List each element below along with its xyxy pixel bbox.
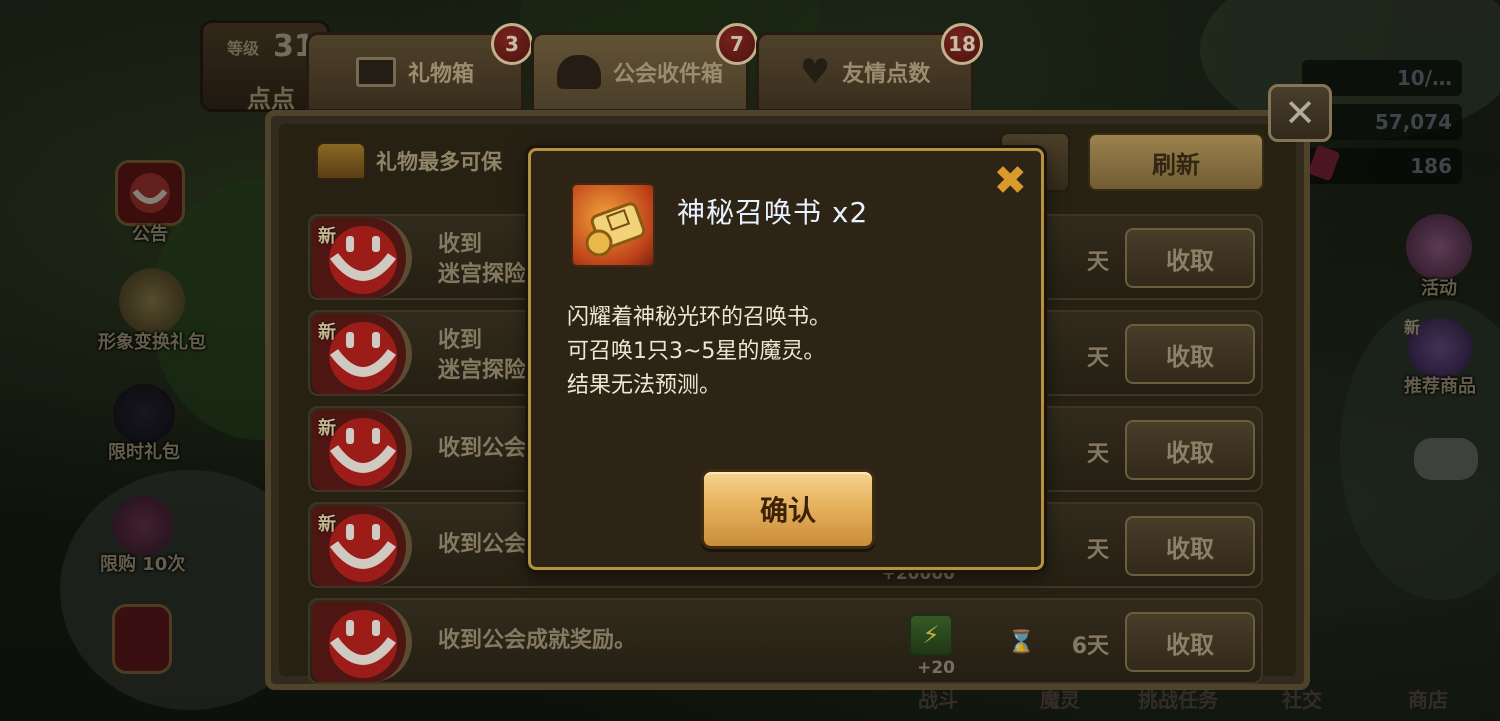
item-description-line: 结果无法预测。	[567, 373, 722, 398]
item-title: 神秘召唤书 x2	[677, 196, 869, 229]
confirm-button[interactable]: 确认	[701, 469, 875, 549]
mystical-scroll-icon	[571, 183, 655, 267]
item-description-line: 闪耀着神秘光环的召唤书。	[567, 305, 832, 330]
close-icon: ✖	[993, 158, 1027, 204]
dialog-close-button[interactable]: ✖	[993, 161, 1027, 201]
item-detail-dialog: 神秘召唤书 x2 ✖ 闪耀着神秘光环的召唤书。 可召唤1只3~5星的魔灵。 结果…	[528, 148, 1044, 570]
item-description: 闪耀着神秘光环的召唤书。 可召唤1只3~5星的魔灵。 结果无法预测。	[567, 301, 831, 403]
item-description-line: 可召唤1只3~5星的魔灵。	[567, 339, 826, 364]
